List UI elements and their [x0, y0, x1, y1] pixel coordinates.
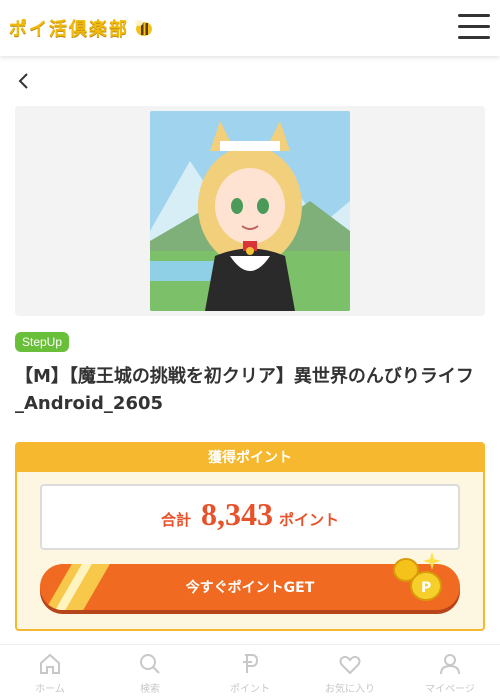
bee-icon — [135, 20, 152, 36]
nav-search[interactable]: 検索 — [100, 645, 200, 700]
logo-text: ポイ活倶楽部 — [9, 19, 129, 40]
bottom-nav: ホーム 検索 ポイント お気に入り マイページ — [0, 644, 500, 700]
hamburger-menu-icon[interactable] — [458, 14, 490, 42]
app-header: ポイ活倶楽部 — [0, 0, 500, 56]
search-icon — [140, 654, 160, 674]
site-logo[interactable]: ポイ活倶楽部 — [9, 14, 155, 42]
offer-image-container — [15, 106, 485, 316]
nav-points[interactable]: ポイント — [200, 645, 300, 700]
nav-mypage[interactable]: マイページ — [400, 645, 500, 700]
heart-icon — [339, 655, 361, 675]
nav-mypage-label: マイページ — [425, 684, 475, 695]
coins-icon: P — [393, 552, 442, 601]
total-points-box: 合計 8,343 ポイント — [40, 484, 460, 550]
nav-points-label: ポイント — [230, 684, 270, 695]
nav-favorites-label: お気に入り — [325, 684, 375, 695]
nav-search-label: 検索 — [140, 684, 160, 695]
total-points-value: 8,343 — [201, 496, 273, 532]
points-heading: 獲得ポイント — [17, 444, 483, 472]
get-points-label: 今すぐポイントGET — [185, 580, 315, 596]
chevron-left-icon[interactable] — [14, 70, 34, 92]
points-unit: ポイント — [279, 511, 340, 529]
svg-text:P: P — [421, 580, 431, 596]
nav-home[interactable]: ホーム — [0, 645, 100, 700]
offer-image — [150, 111, 350, 311]
offer-title: 【M】【魔王城の挑戦を初クリア】異世界のんびりライフ_Android_2605 — [15, 366, 474, 414]
nav-home-label: ホーム — [35, 684, 65, 695]
points-icon — [243, 654, 259, 673]
nav-favorites[interactable]: お気に入り — [300, 645, 400, 700]
home-icon — [40, 653, 60, 674]
stepup-badge: StepUp — [15, 332, 70, 352]
user-icon — [440, 654, 460, 675]
total-label: 合計 — [160, 511, 191, 529]
